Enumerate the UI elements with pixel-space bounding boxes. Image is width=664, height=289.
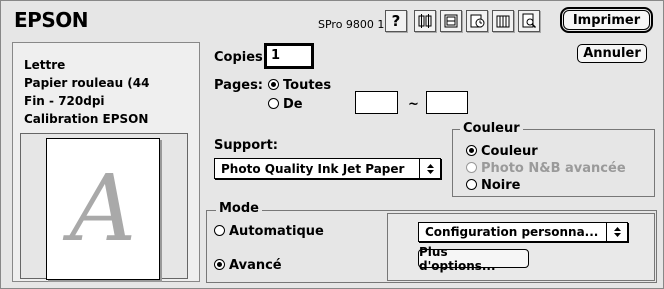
support-label: Support: — [214, 138, 278, 153]
color-couleur-radio-dot — [466, 145, 477, 156]
custom-config-select[interactable]: Configuration personna... — [418, 222, 628, 242]
summary-paper-size: Lettre — [24, 58, 66, 72]
updown-arrows-icon — [606, 223, 627, 241]
pages-from-input[interactable] — [355, 91, 398, 114]
copies-label: Copies: — [214, 50, 268, 65]
updown-arrows-icon — [419, 159, 440, 178]
pages-all-label: Toutes — [283, 78, 332, 93]
pages-label: Pages: — [214, 78, 264, 93]
pages-range-separator: ~ — [408, 97, 419, 112]
summary-quality: Fin - 720dpi — [24, 94, 105, 108]
color-group-title: Couleur — [460, 121, 523, 136]
summary-paper-source: Papier rouleau (44 — [24, 76, 150, 90]
mode-group-title: Mode — [216, 201, 262, 216]
epson-logo: EPSON — [14, 8, 88, 32]
mode-advanced-radio-dot — [214, 259, 225, 270]
print-button[interactable]: Imprimer — [560, 7, 653, 33]
copies-input[interactable]: 1 — [266, 45, 312, 67]
support-selected-value: Photo Quality Ink Jet Paper — [221, 161, 405, 176]
help-icon[interactable]: ? — [385, 10, 407, 32]
color-option-noire[interactable]: Noire — [466, 178, 521, 193]
mode-auto-radio[interactable]: Automatique — [214, 224, 324, 239]
pages-range-label: De — [283, 97, 303, 112]
cancel-button[interactable]: Annuler — [577, 44, 647, 63]
mode-advanced-radio[interactable]: Avancé — [214, 258, 282, 273]
mode-advanced-label: Avancé — [229, 258, 282, 273]
support-select[interactable]: Photo Quality Ink Jet Paper — [214, 158, 441, 179]
mode-auto-label: Automatique — [229, 224, 324, 239]
ink-icon[interactable] — [492, 10, 514, 32]
pages-range-radio-dot — [268, 98, 279, 109]
custom-config-selected-value: Configuration personna... — [425, 225, 599, 239]
pages-range-radio[interactable]: De — [268, 97, 303, 112]
pages-all-radio-dot — [268, 79, 279, 90]
utilities-icon[interactable] — [414, 10, 436, 32]
color-noire-label: Noire — [481, 178, 521, 193]
color-noire-radio-dot — [466, 179, 477, 190]
pages-all-radio[interactable]: Toutes — [268, 78, 331, 93]
summary-text: Lettre Papier rouleau (44 Fin - 720dpi C… — [24, 56, 149, 128]
background-print-icon[interactable] — [466, 10, 488, 32]
color-photo-bw-label: Photo N&B avancée — [481, 161, 626, 176]
color-photo-bw-radio-dot — [466, 162, 477, 173]
pages-to-input[interactable] — [426, 91, 468, 114]
color-option-couleur[interactable]: Couleur — [466, 144, 538, 159]
page-preview-glyph: A — [69, 155, 137, 262]
more-options-button[interactable]: Plus d'options... — [418, 245, 529, 273]
preview-icon[interactable] — [518, 10, 540, 32]
mode-auto-radio-dot — [214, 225, 225, 236]
color-option-photo-bw: Photo N&B avancée — [466, 161, 626, 176]
color-couleur-label: Couleur — [481, 144, 538, 159]
summary-calibration: Calibration EPSON — [24, 112, 149, 126]
layout-icon[interactable] — [440, 10, 462, 32]
page-preview: A — [46, 138, 160, 280]
